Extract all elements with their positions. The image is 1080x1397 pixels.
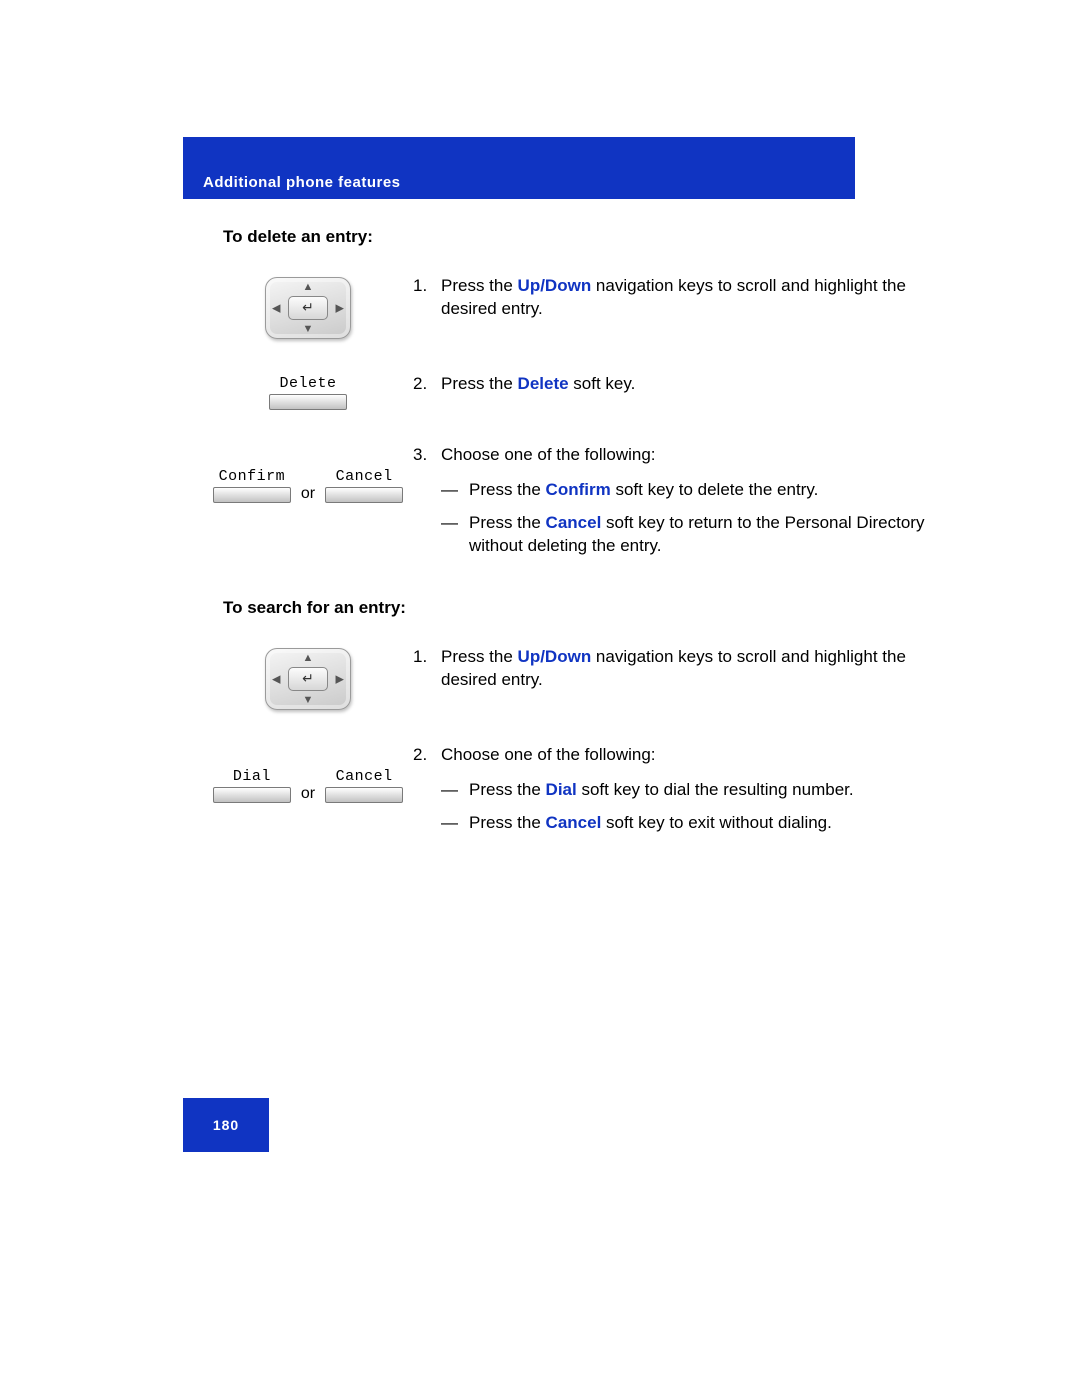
step: 2. Choose one of the following: [413,744,945,767]
step-row: ◀ ▶ ▲ ▼ 1. Press the Up/Down navigation … [203,646,945,710]
step-body: Press the Up/Down navigation keys to scr… [441,646,945,692]
step-text-pre: Choose one of the following: [441,745,656,764]
softkey-dial: Dial [213,768,291,803]
text-column: 1. Press the Up/Down navigation keys to … [413,646,945,704]
softkey-button-icon [269,394,347,410]
icon-column: Dial or Cancel [203,744,413,803]
sub-text-accent: Confirm [546,480,611,499]
softkey-label: Delete [279,375,336,392]
step-text-accent: Up/Down [518,647,592,666]
sub-dash: — [441,812,469,835]
sub-text-pre: Press the [469,780,546,799]
step-number: 3. [413,444,441,467]
step-row: ◀ ▶ ▲ ▼ 1. Press the Up/Down navigation … [203,275,945,339]
step-text-accent: Up/Down [518,276,592,295]
sub-text-accent: Cancel [546,813,602,832]
step-body: Press the Up/Down navigation keys to scr… [441,275,945,321]
sub-text-accent: Cancel [546,513,602,532]
nav-up-icon: ▲ [303,652,314,664]
sub-text-post: soft key to dial the resulting number. [577,780,854,799]
sub-text-accent: Dial [546,780,577,799]
nav-up-icon: ▲ [303,281,314,293]
sub-text-pre: Press the [469,513,546,532]
sub-body: Press the Confirm soft key to delete the… [469,479,945,502]
or-label: or [301,485,315,503]
page-number: 180 [213,1117,239,1133]
sub-dash: — [441,512,469,558]
step-body: Choose one of the following: [441,744,945,767]
step: 2. Press the Delete soft key. [413,373,945,396]
sub-dash: — [441,479,469,502]
navigation-pad-icon: ◀ ▶ ▲ ▼ [265,277,351,339]
text-column: 3. Choose one of the following: — Press … [413,444,945,564]
nav-right-icon: ▶ [336,302,344,315]
section-title-search: To search for an entry: [223,598,945,618]
softkey-cancel: Cancel [325,768,403,803]
text-column: 1. Press the Up/Down navigation keys to … [413,275,945,333]
step-text-post: soft key. [569,374,636,393]
sub-text-pre: Press the [469,480,546,499]
step: 1. Press the Up/Down navigation keys to … [413,646,945,692]
page-number-band: 180 [183,1098,269,1152]
icon-column: Confirm or Cancel [203,444,413,503]
step-text-pre: Press the [441,374,518,393]
nav-down-icon: ▼ [303,694,314,706]
step-text-pre: Press the [441,647,518,666]
nav-left-icon: ◀ [272,302,280,315]
softkey-button-icon [325,487,403,503]
softkey-button-icon [325,787,403,803]
sub-item: — Press the Cancel soft key to exit with… [441,812,945,835]
sub-dash: — [441,779,469,802]
step-row: Confirm or Cancel 3. Choose one of the f… [203,444,945,564]
softkey-cancel: Cancel [325,468,403,503]
icon-column: Delete [203,373,413,410]
step-text-pre: Press the [441,276,518,295]
step-number: 2. [413,373,441,396]
softkey-confirm: Confirm [213,468,291,503]
sub-body: Press the Dial soft key to dial the resu… [469,779,945,802]
sub-item: — Press the Cancel soft key to return to… [441,512,945,558]
section-title-delete: To delete an entry: [223,227,945,247]
sub-text-post: soft key to delete the entry. [611,480,819,499]
step-number: 2. [413,744,441,767]
sub-text-post: soft key to exit without dialing. [601,813,832,832]
step: 3. Choose one of the following: [413,444,945,467]
step-row: Delete 2. Press the Delete soft key. [203,373,945,410]
softkey-delete: Delete [269,375,347,410]
step: 1. Press the Up/Down navigation keys to … [413,275,945,321]
step-text-pre: Choose one of the following: [441,445,656,464]
text-column: 2. Choose one of the following: — Press … [413,744,945,841]
softkey-label: Cancel [336,768,393,785]
step-number: 1. [413,646,441,692]
nav-down-icon: ▼ [303,323,314,335]
page-header-title: Additional phone features [203,174,401,191]
softkey-button-icon [213,787,291,803]
sub-body: Press the Cancel soft key to exit withou… [469,812,945,835]
sub-item: — Press the Confirm soft key to delete t… [441,479,945,502]
icon-column: ◀ ▶ ▲ ▼ [203,275,413,339]
page-header-band: Additional phone features [183,137,855,199]
step-number: 1. [413,275,441,321]
text-column: 2. Press the Delete soft key. [413,373,945,408]
step-row: Dial or Cancel 2. Choose one of the foll… [203,744,945,841]
sub-item: — Press the Dial soft key to dial the re… [441,779,945,802]
sub-body: Press the Cancel soft key to return to t… [469,512,945,558]
step-text-accent: Delete [518,374,569,393]
sub-text-pre: Press the [469,813,546,832]
nav-right-icon: ▶ [336,672,344,685]
softkey-label: Confirm [219,468,286,485]
navigation-pad-icon: ◀ ▶ ▲ ▼ [265,648,351,710]
or-label: or [301,785,315,803]
step-body: Choose one of the following: [441,444,945,467]
softkey-label: Dial [233,768,271,785]
softkey-label: Cancel [336,468,393,485]
document-page: Additional phone features To delete an e… [0,0,1080,1397]
icon-column: ◀ ▶ ▲ ▼ [203,646,413,710]
nav-left-icon: ◀ [272,672,280,685]
softkey-button-icon [213,487,291,503]
step-body: Press the Delete soft key. [441,373,945,396]
softkey-pair: Dial or Cancel [213,768,403,803]
softkey-pair: Confirm or Cancel [213,468,403,503]
